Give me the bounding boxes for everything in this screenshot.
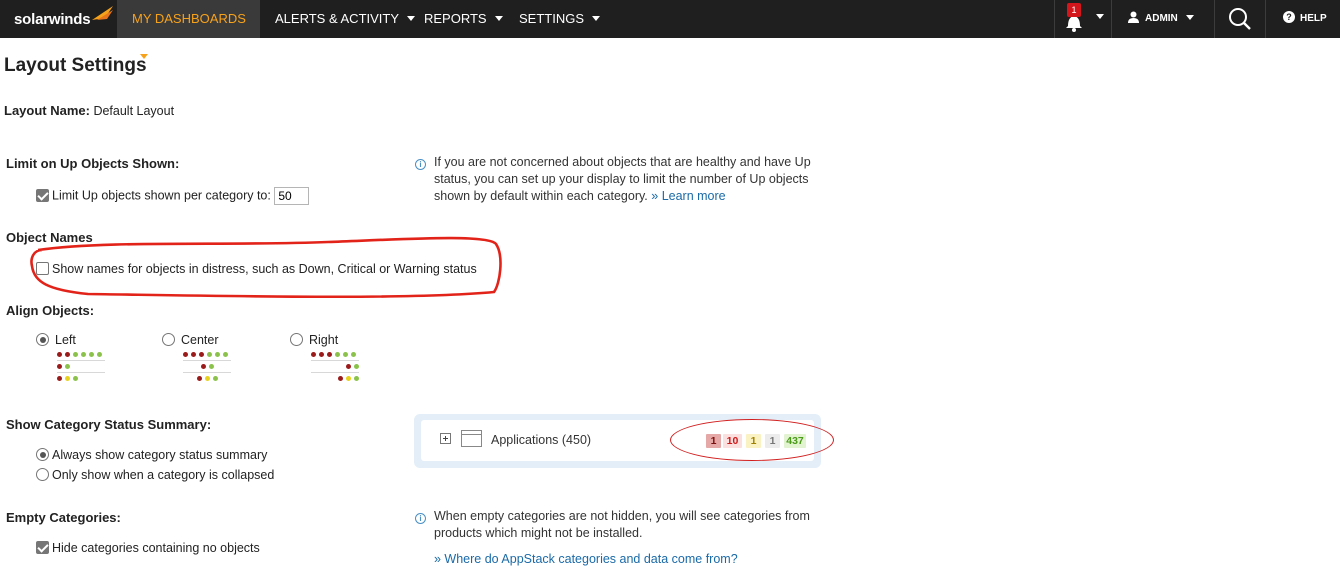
red-ellipse-annotation — [670, 419, 834, 461]
red-highlight-annotation — [30, 236, 502, 298]
align-left-label: Left — [55, 333, 76, 347]
align-right-radio[interactable] — [290, 333, 303, 347]
chevron-down-icon — [592, 16, 601, 22]
summary-collapsed-label: Only show when a category is collapsed — [52, 468, 275, 482]
summary-collapsed-option[interactable]: Only show when a category is collapsed — [36, 468, 274, 482]
nav-label: ALERTS & ACTIVITY — [275, 11, 400, 26]
align-center-label: Center — [181, 333, 219, 347]
info-icon: i — [415, 509, 426, 524]
limit-up-objects-checkbox[interactable] — [36, 188, 49, 202]
hide-empty-label: Hide categories containing no objects — [52, 541, 260, 555]
application-window-icon — [461, 430, 482, 447]
align-center-option[interactable]: Center — [162, 333, 219, 347]
summary-always-radio[interactable] — [36, 448, 49, 462]
limit-info-text: If you are not concerned about objects t… — [434, 155, 811, 203]
chevron-down-icon[interactable] — [1096, 14, 1104, 19]
align-center-radio[interactable] — [162, 333, 175, 347]
limit-info: If you are not concerned about objects t… — [434, 154, 834, 205]
help-button[interactable]: ? HELP — [1283, 0, 1327, 38]
divider — [1111, 0, 1112, 38]
nav-my-dashboards[interactable]: MY DASHBOARDS — [117, 0, 260, 60]
align-left-option[interactable]: Left — [36, 333, 76, 347]
align-right-label: Right — [309, 333, 339, 347]
user-label: ADMIN — [1145, 13, 1178, 24]
notification-count-badge: 1 — [1067, 3, 1081, 17]
nav-label: REPORTS — [424, 11, 487, 26]
chevron-down-icon — [494, 16, 503, 22]
appstack-help-link[interactable]: » Where do AppStack categories and data … — [434, 552, 738, 566]
nav-alerts-activity[interactable]: ALERTS & ACTIVITY — [260, 0, 416, 38]
nav-reports[interactable]: REPORTS — [409, 0, 503, 38]
layout-name-value: Default Layout — [93, 104, 175, 118]
nav-label: MY DASHBOARDS — [132, 11, 246, 26]
summary-collapsed-radio[interactable] — [36, 468, 49, 482]
divider — [1214, 0, 1215, 38]
empty-info-text: When empty categories are not hidden, yo… — [434, 509, 810, 540]
layout-name-label: Layout Name: — [4, 103, 90, 118]
nav-settings[interactable]: SETTINGS — [504, 0, 601, 38]
info-icon: i — [415, 155, 426, 170]
layout-name-row: Layout Name: Default Layout — [4, 103, 174, 118]
hide-empty-checkbox[interactable] — [36, 541, 49, 555]
limit-checkbox-label: Limit Up objects shown per category to: — [52, 188, 271, 203]
empty-categories-label: Empty Categories: — [6, 510, 121, 525]
expand-plus-icon[interactable] — [440, 433, 451, 444]
solarwinds-logo[interactable]: solarwinds — [14, 6, 115, 32]
search-icon[interactable] — [1228, 7, 1252, 31]
user-menu[interactable]: ADMIN — [1128, 0, 1194, 38]
help-label: HELP — [1300, 13, 1327, 24]
status-summary-label: Show Category Status Summary: — [6, 417, 212, 432]
empty-categories-row: Hide categories containing no objects — [36, 541, 260, 555]
divider — [1054, 0, 1055, 38]
align-center-preview — [183, 352, 231, 381]
divider — [1265, 0, 1266, 38]
align-objects-label: Align Objects: — [6, 303, 95, 318]
category-name: Applications (450) — [491, 433, 592, 447]
user-icon — [1128, 11, 1139, 24]
align-right-option[interactable]: Right — [290, 333, 338, 347]
align-right-preview — [311, 352, 359, 381]
help-icon: ? — [1283, 11, 1295, 24]
summary-always-label: Always show category status summary — [52, 448, 268, 462]
align-left-radio[interactable] — [36, 333, 49, 347]
page-title: Layout Settings — [4, 55, 147, 76]
limit-count-input[interactable] — [274, 187, 310, 205]
summary-always-option[interactable]: Always show category status summary — [36, 448, 267, 462]
logo-bird-icon — [92, 6, 114, 20]
learn-more-link[interactable]: » Learn more — [651, 189, 725, 203]
logo-text: solarwinds — [14, 10, 91, 28]
nav-label: SETTINGS — [519, 11, 585, 26]
align-left-preview — [57, 352, 105, 381]
limit-section-label: Limit on Up Objects Shown: — [6, 156, 180, 171]
chevron-down-icon — [1185, 14, 1194, 20]
limit-row: Limit Up objects shown per category to: — [36, 187, 310, 205]
